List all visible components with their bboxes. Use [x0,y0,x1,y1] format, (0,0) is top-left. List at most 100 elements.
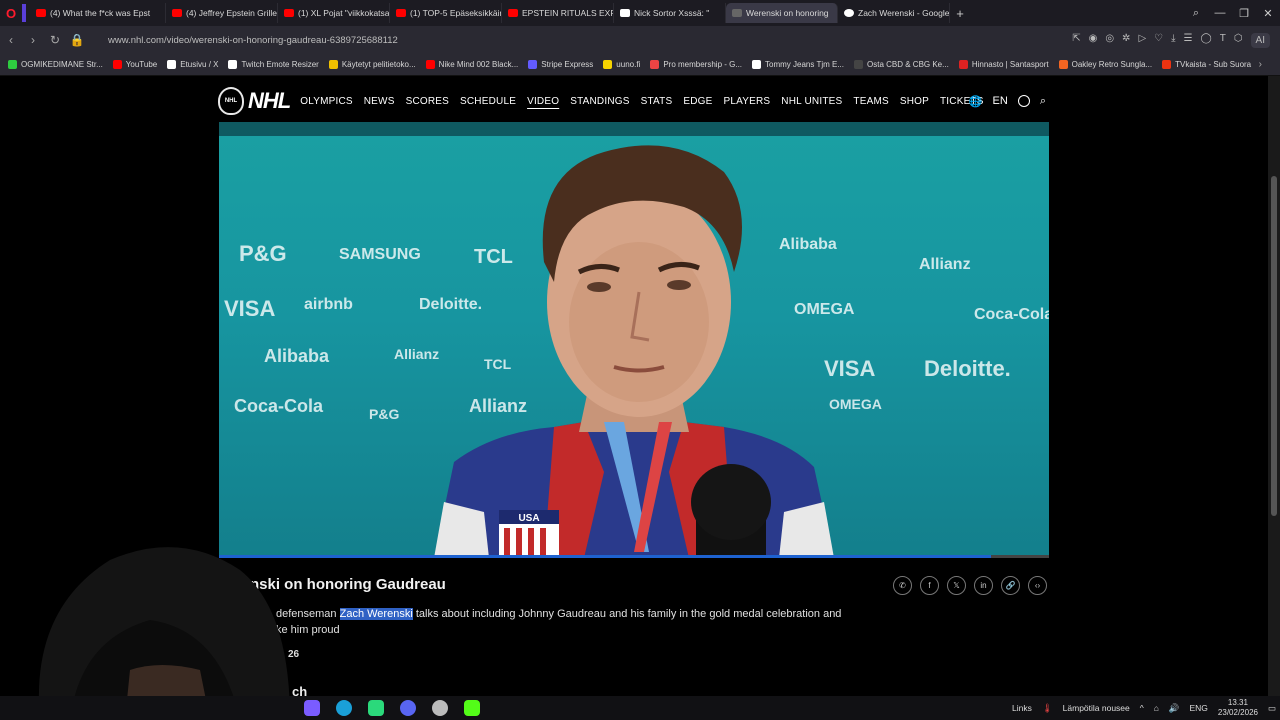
nav-item-shop[interactable]: SHOP [900,96,929,107]
link-icon[interactable]: 🔗 [1001,576,1020,595]
browser-tab[interactable]: (4) What the f*ck was Epst [30,3,166,23]
sponsor-logo: Alibaba [264,346,330,366]
clock[interactable]: 13.31 23/02/2026 [1218,698,1258,718]
bookmark-item[interactable]: Käytetyt pelitietoko... [328,60,416,69]
bookmark-item[interactable]: OGMIKEDIMANE Str... [8,60,103,69]
menu-icon[interactable]: ☰ [1184,33,1193,48]
bookmark-favicon-icon [228,60,238,69]
bookmark-item[interactable]: Tommy Jeans Tjm E... [752,60,844,69]
video-progress-bar[interactable] [219,555,1049,558]
bookmarks-more-icon[interactable]: › [1259,59,1262,70]
share-icon[interactable]: ⇱ [1072,33,1080,48]
opera-logo-icon[interactable]: O [0,0,22,26]
extension-icon[interactable]: ◎ [1105,33,1114,48]
account-icon[interactable] [1017,95,1030,107]
bookmark-item[interactable]: Nike Mind 002 Black... [425,60,518,69]
nav-item-video[interactable]: VIDEO [527,96,559,107]
bookmark-favicon-icon [650,60,660,69]
youtube-icon [396,9,406,17]
browser-tab[interactable]: (1) XL Pojat "viikkokatsau [278,3,390,23]
discord-icon[interactable] [400,700,416,716]
kick-icon[interactable] [464,700,480,716]
nav-item-standings[interactable]: STANDINGS [570,96,629,107]
nav-item-teams[interactable]: TEAMS [853,96,888,107]
new-tab-plus-icon[interactable]: + [950,6,970,21]
scrollbar-thumb[interactable] [1271,176,1277,516]
ai-button[interactable]: AI [1250,32,1270,48]
nav-item-schedule[interactable]: SCHEDULE [460,96,516,107]
browser-tab[interactable]: (4) Jeffrey Epstein Grilled [166,3,278,23]
close-icon[interactable]: ✕ [1256,7,1280,20]
bookmark-item[interactable]: Twitch Emote Resizer [228,60,319,69]
weather-text[interactable]: Lämpötila nousee [1063,703,1130,713]
bookmark-item[interactable]: YouTube [112,60,157,69]
app-icon[interactable] [304,700,320,716]
bookmark-label: Osta CBD & CBG Ke... [867,60,949,69]
sponsor-logo: Allianz [919,256,971,273]
play-icon[interactable]: ▷ [1138,33,1146,48]
search-tabs-icon[interactable]: ⌕ [1184,7,1208,20]
bookmark-item[interactable]: Stripe Express [528,60,593,69]
profile-icon[interactable]: ◯ [1201,33,1212,48]
search-icon[interactable]: ⌕ [1040,95,1046,108]
whatsapp-icon[interactable]: ✆ [893,576,912,595]
nav-item-stats[interactable]: STATS [641,96,673,107]
nav-right: 🌐 EN ⌕ [969,95,1046,108]
nav-item-nhl-unites[interactable]: NHL UNITES [781,96,842,107]
camera-icon[interactable]: ◉ [1089,33,1098,48]
facebook-icon[interactable]: f [920,576,939,595]
tab-label: (4) Jeffrey Epstein Grilled [186,8,278,18]
app-icon[interactable] [432,700,448,716]
bookmark-item[interactable]: Hinnasto | Santasport [958,60,1049,69]
volume-icon[interactable]: 🔊 [1169,703,1180,714]
bookmark-item[interactable]: Osta CBD & CBG Ke... [854,60,949,69]
chevron-up-icon[interactable]: ^ [1140,703,1144,713]
browser-tab[interactable]: EPSTEIN RITUALS EXPOSE [502,3,614,23]
bookmark-item[interactable]: Etusivu / X [167,60,218,69]
cube-icon[interactable]: ⬡ [1234,33,1243,48]
maximize-icon[interactable]: ❐ [1232,7,1256,20]
app-icon[interactable] [368,700,384,716]
linkedin-icon[interactable]: in [974,576,993,595]
heart-icon[interactable]: ♡ [1154,33,1163,48]
nav-item-players[interactable]: PLAYERS [724,96,771,107]
bookmark-label: Käytetyt pelitietoko... [341,60,416,69]
bookmark-label: Hinnasto | Santasport [971,60,1049,69]
nhl-logo[interactable]: NHL NHL [218,87,291,115]
tab-label: Werenski on honoring [746,8,829,18]
sponsor-logo: OMEGA [829,396,882,412]
nav-item-scores[interactable]: SCORES [406,96,449,107]
edge-icon[interactable] [336,700,352,716]
bookmark-item[interactable]: Pro membership - G... [650,60,742,69]
download-icon[interactable]: ⤓ [1171,33,1175,48]
network-icon[interactable]: ⌂ [1154,703,1159,713]
vpn-icon[interactable]: ✲ [1122,33,1130,48]
page-scrollbar[interactable] [1268,76,1280,696]
nav-item-news[interactable]: NEWS [364,96,395,107]
bookmark-item[interactable]: uuno.fi [603,60,640,69]
back-icon[interactable]: ‹ [0,33,22,47]
browser-tab[interactable]: Zach Werenski - Google-h [838,3,950,23]
url-field[interactable]: www.nhl.com/video/werenski-on-honoring-g… [108,35,1072,46]
bookmark-item[interactable]: TVkaista - Sub Suora [1162,60,1251,69]
embed-icon[interactable]: ‹› [1028,576,1047,595]
notification-icon[interactable]: ▭ [1268,703,1276,714]
globe-icon[interactable]: 🌐 [969,95,983,108]
links-toolbar[interactable]: Links [1012,703,1032,713]
browser-tab-active[interactable]: Werenski on honoring [726,3,838,23]
video-player[interactable]: P&G SAMSUNG TCL Alibaba Allianz VISA airbnb Del… [219,122,1049,558]
minimize-icon[interactable]: — [1208,7,1232,19]
x-share-icon[interactable]: 𝕏 [947,576,966,595]
nhl-wordmark: NHL [248,88,291,113]
reload-icon[interactable]: ↻ [44,33,66,47]
language-selector[interactable]: EN [993,95,1008,107]
browser-tab[interactable]: (1) TOP-5 Epäseksikkäimm [390,3,502,23]
bookmark-label: OGMIKEDIMANE Str... [21,60,103,69]
forward-icon[interactable]: › [22,33,44,47]
browser-tab[interactable]: Nick Sortor Xsssä: " [614,3,726,23]
input-language[interactable]: ENG [1190,703,1208,713]
translate-icon[interactable]: T [1220,33,1226,48]
nav-item-edge[interactable]: EDGE [683,96,712,107]
nav-item-olympics[interactable]: OLYMPICS [300,96,353,107]
bookmark-item[interactable]: Oakley Retro Sungla... [1058,60,1152,69]
